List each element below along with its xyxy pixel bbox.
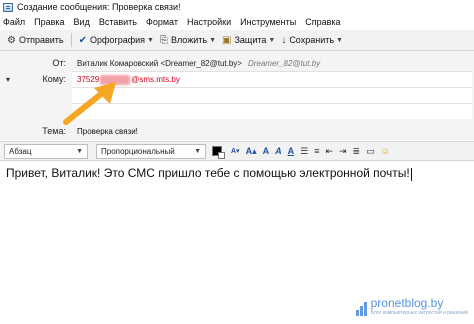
recipient-row-3 bbox=[0, 103, 474, 119]
formatting-toolbar: Абзац ▼ Пропорциональный ▼ A▾ A▴ A A A ☰… bbox=[0, 141, 474, 161]
subject-field[interactable]: Проверка связи! bbox=[72, 123, 472, 139]
bold-icon[interactable]: A bbox=[263, 146, 270, 156]
window-title: Создание сообщения: Проверка связи! bbox=[17, 2, 181, 12]
attach-label: Вложить bbox=[170, 35, 208, 45]
italic-icon[interactable]: A bbox=[275, 146, 282, 156]
paragraph-style-select[interactable]: Абзац ▼ bbox=[4, 143, 88, 159]
save-label: Сохранить bbox=[289, 35, 335, 45]
recipient-row-2 bbox=[0, 87, 474, 103]
from-label: От: bbox=[52, 58, 66, 68]
smiley-icon[interactable]: ☺ bbox=[381, 146, 390, 156]
menu-insert[interactable]: Вставить bbox=[99, 17, 137, 27]
security-button[interactable]: ▣ Защита ▼ bbox=[219, 32, 278, 49]
watermark-tagline: Блог компьютерных хитростей и решений bbox=[370, 310, 468, 316]
subject-row: Тема: Проверка связи! bbox=[0, 123, 474, 139]
menu-edit[interactable]: Правка bbox=[34, 17, 64, 27]
chevron-down-icon[interactable]: ▼ bbox=[147, 37, 154, 44]
align-icon[interactable]: ≣ bbox=[353, 146, 361, 157]
recipient-domain: @sms.mts.by bbox=[131, 75, 180, 84]
chevron-down-icon[interactable]: ▼ bbox=[268, 37, 275, 44]
message-body-text: Привет, Виталик! Это СМС пришло тебе с п… bbox=[6, 166, 410, 180]
chevron-down-icon[interactable]: ▼ bbox=[209, 37, 216, 44]
font-smaller-icon[interactable]: A▾ bbox=[231, 147, 240, 155]
paperclip-icon: ⎘ bbox=[159, 34, 168, 46]
font-value: Пропорциональный bbox=[101, 146, 175, 156]
compose-toolbar: ⚙ Отправить ✔ Орфография ▼ ⎘ Вложить ▼ ▣… bbox=[0, 30, 474, 51]
title-bar: Создание сообщения: Проверка связи! bbox=[0, 0, 474, 14]
recipient-field-2[interactable] bbox=[72, 87, 472, 103]
subject-value: Проверка связи! bbox=[77, 126, 138, 136]
recipient-redacted bbox=[100, 74, 131, 85]
menu-bar: Файл Правка Вид Вставить Формат Настройк… bbox=[0, 14, 474, 30]
paragraph-style-value: Абзац bbox=[9, 146, 32, 156]
from-row: От: Виталик Комаровский <Dreamer_82@tut.… bbox=[0, 55, 474, 71]
security-label: Защита bbox=[234, 35, 267, 45]
text-color-picker[interactable] bbox=[212, 146, 225, 159]
send-label: Отправить bbox=[18, 35, 64, 45]
attach-button[interactable]: ⎘ Вложить ▼ bbox=[157, 32, 219, 49]
checkmark-icon: ✔ bbox=[78, 34, 87, 46]
save-arrow-icon: ↓ bbox=[281, 34, 287, 46]
from-identity: Виталик Комаровский <Dreamer_82@tut.by> bbox=[77, 58, 242, 68]
menu-help[interactable]: Справка bbox=[305, 17, 340, 27]
menu-tools[interactable]: Инструменты bbox=[240, 17, 296, 27]
chevron-down-icon[interactable]: ▼ bbox=[336, 37, 343, 44]
subject-label: Тема: bbox=[42, 126, 66, 136]
insert-image-icon[interactable]: ▭ bbox=[366, 146, 375, 157]
message-headers: От: Виталик Комаровский <Dreamer_82@tut.… bbox=[0, 51, 474, 140]
chevron-down-icon[interactable]: ▾ bbox=[6, 75, 10, 84]
menu-options[interactable]: Настройки bbox=[187, 17, 231, 27]
to-field[interactable]: 37529 @sms.mts.by bbox=[72, 71, 472, 87]
site-watermark: pronetblog.by Блог компьютерных хитросте… bbox=[355, 296, 468, 316]
watermark-logo-icon bbox=[355, 302, 368, 316]
compose-window-icon bbox=[3, 2, 13, 12]
watermark-name: pronetblog.by bbox=[370, 296, 444, 310]
save-button[interactable]: ↓ Сохранить ▼ bbox=[278, 32, 346, 49]
send-icon: ⚙ bbox=[7, 34, 16, 46]
spelling-button[interactable]: ✔ Орфография ▼ bbox=[76, 32, 157, 49]
to-label: Кому: bbox=[42, 74, 66, 84]
spelling-label: Орфография bbox=[90, 35, 146, 45]
toolbar-divider bbox=[70, 33, 72, 47]
outdent-icon[interactable]: ⇤ bbox=[325, 146, 333, 157]
font-larger-icon[interactable]: A▴ bbox=[246, 146, 257, 157]
bullet-list-icon[interactable]: ☰ bbox=[300, 146, 308, 157]
chevron-down-icon: ▼ bbox=[194, 147, 201, 155]
recipient-field-3[interactable] bbox=[72, 103, 472, 119]
recipient-prefix: 37529 bbox=[77, 75, 100, 84]
text-caret bbox=[410, 168, 412, 182]
message-body[interactable]: Привет, Виталик! Это СМС пришло тебе с п… bbox=[0, 162, 474, 324]
menu-view[interactable]: Вид bbox=[74, 17, 90, 27]
lock-icon: ▣ bbox=[222, 34, 232, 46]
chevron-down-icon: ▼ bbox=[76, 147, 83, 155]
font-select[interactable]: Пропорциональный ▼ bbox=[96, 143, 206, 159]
menu-file[interactable]: Файл bbox=[3, 17, 25, 27]
to-row: ▾ Кому: 37529 @sms.mts.by bbox=[0, 71, 474, 87]
menu-format[interactable]: Формат bbox=[146, 17, 178, 27]
send-button[interactable]: ⚙ Отправить bbox=[4, 32, 67, 49]
indent-icon[interactable]: ⇥ bbox=[339, 146, 347, 157]
underline-icon[interactable]: A bbox=[288, 146, 295, 156]
background-color-picker[interactable] bbox=[218, 152, 225, 159]
numbered-list-icon[interactable]: ≡ bbox=[314, 146, 319, 156]
from-alt-address: Dreamer_82@tut.by bbox=[247, 58, 321, 68]
from-field[interactable]: Виталик Комаровский <Dreamer_82@tut.by> … bbox=[72, 55, 472, 71]
